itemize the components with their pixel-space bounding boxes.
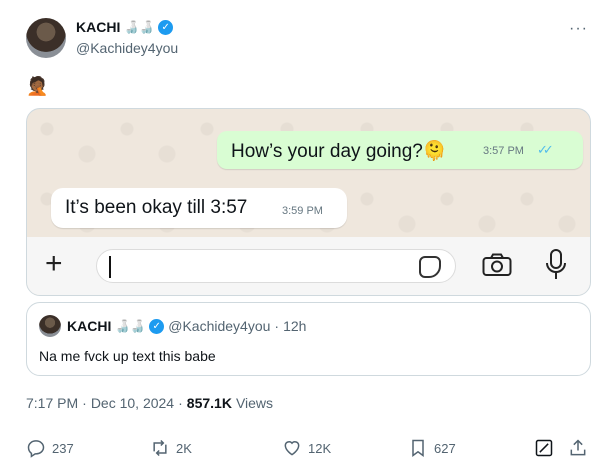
message-input [96, 249, 456, 283]
outgoing-message-text: How’s your day going?🫠 [231, 141, 447, 162]
meta-separator: · [82, 395, 87, 411]
camera-icon [482, 253, 512, 276]
name-emoji: 🍶🍶 [124, 20, 155, 34]
incoming-message-bubble: It’s been okay till 3:57 3:59 PM [51, 188, 347, 228]
reply-button[interactable]: 237 [26, 438, 74, 458]
whatsapp-screenshot-image[interactable]: How’s your day going?🫠 3:57 PM ✓✓ It’s b… [26, 108, 591, 296]
bookmark-button[interactable]: 627 [408, 438, 456, 458]
heart-icon [284, 441, 300, 456]
verified-badge-icon: ✓ [158, 19, 174, 35]
like-count: 12K [308, 440, 332, 456]
views-label: Views [235, 395, 274, 411]
quoted-tweet-text: Na me fvck up text this babe [39, 348, 216, 364]
quoted-author-row: KACHI 🍶🍶 ✓ @Kachidey4you · 12h [67, 318, 306, 334]
quoted-avatar[interactable] [39, 315, 61, 337]
like-button[interactable]: 12K [282, 438, 331, 458]
bookmark-count: 627 [434, 440, 456, 456]
tweet-actions-bar: 237 2K 12K 627 [26, 438, 591, 466]
quoted-separator: · [274, 318, 280, 334]
more-options-icon[interactable]: ··· [569, 20, 588, 38]
share-icon[interactable] [568, 438, 588, 458]
bookmark-icon [412, 439, 424, 457]
quoted-verified-badge-icon: ✓ [149, 318, 165, 334]
outgoing-message-time: 3:57 PM [483, 145, 524, 157]
read-receipt-icon: ✓✓ [537, 142, 554, 157]
incoming-message-time: 3:59 PM [282, 205, 323, 217]
repost-icon [153, 439, 167, 457]
quoted-tweet[interactable]: KACHI 🍶🍶 ✓ @Kachidey4you · 12h Na me fvc… [26, 302, 591, 376]
quoted-timestamp: 12h [283, 318, 307, 334]
quoted-author-handle: @Kachidey4you [168, 318, 271, 334]
meta-separator: · [178, 395, 183, 411]
author-name-row[interactable]: KACHI 🍶🍶 ✓ [76, 19, 174, 35]
quoted-name-emoji: 🍶🍶 [115, 319, 146, 333]
outgoing-message-bubble: How’s your day going?🫠 3:57 PM ✓✓ [217, 131, 583, 169]
reply-count: 237 [52, 440, 74, 456]
views-count: 857.1K [186, 395, 232, 411]
tweet-date[interactable]: Dec 10, 2024 [91, 395, 174, 411]
tweet-text: 🤦🏾 [26, 76, 49, 96]
tweet-header: KACHI 🍶🍶 ✓ @Kachidey4you ··· [26, 14, 596, 62]
author-handle[interactable]: @Kachidey4you [76, 40, 178, 56]
tweet-time[interactable]: 7:17 PM [26, 395, 78, 411]
chat-input-bar: + [27, 237, 590, 295]
repost-button[interactable]: 2K [150, 438, 192, 458]
text-caret [109, 256, 111, 278]
repost-count: 2K [176, 440, 192, 456]
reply-icon [27, 440, 45, 458]
sticker-icon [419, 256, 441, 278]
grok-icon[interactable] [534, 438, 554, 458]
incoming-message-text: It’s been okay till 3:57 [65, 197, 248, 218]
plus-icon: + [45, 247, 63, 280]
microphone-icon [546, 249, 566, 279]
quoted-author-name: KACHI [67, 318, 112, 334]
author-name[interactable]: KACHI [76, 19, 120, 35]
tweet-metadata: 7:17 PM · Dec 10, 2024 · 857.1K Views [26, 395, 273, 411]
avatar[interactable] [26, 18, 66, 58]
